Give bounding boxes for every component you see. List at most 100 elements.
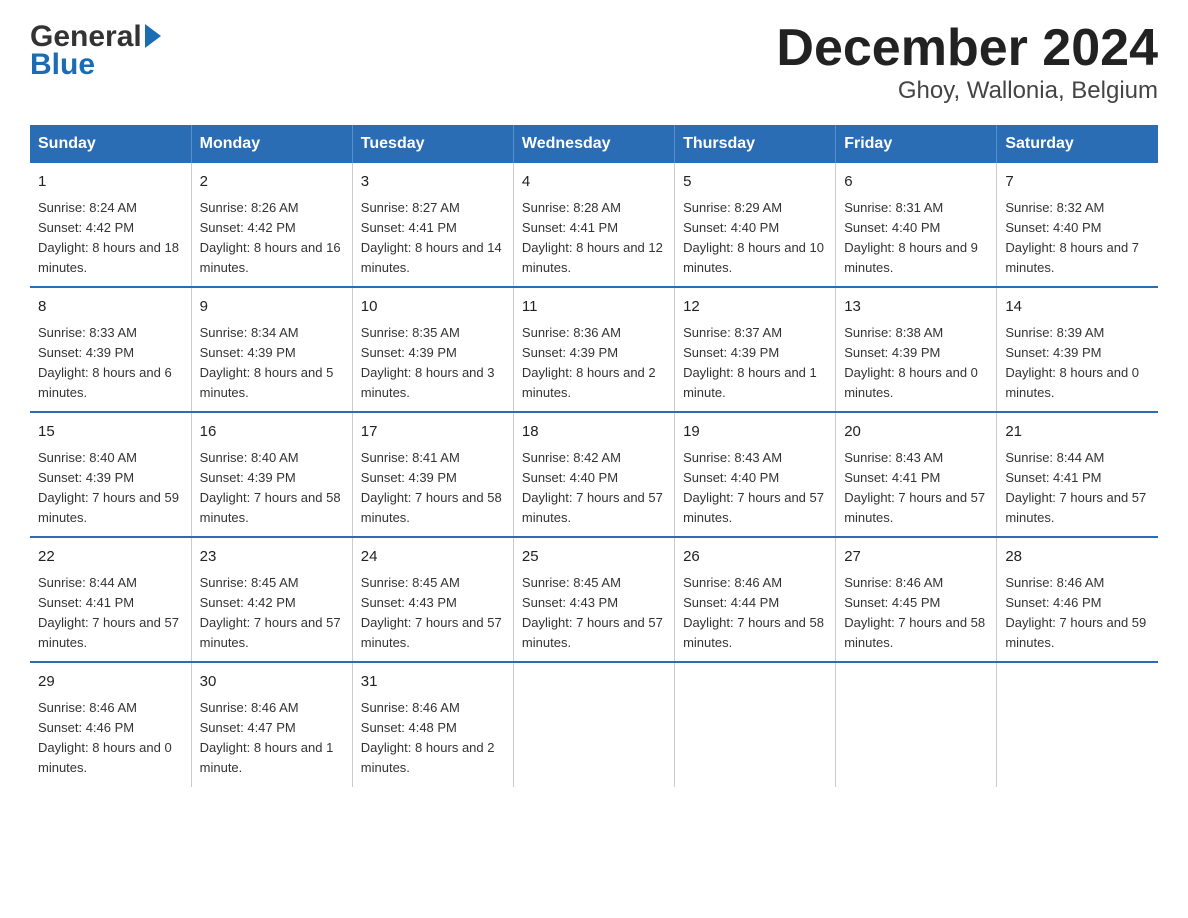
day-info: Sunrise: 8:46 AMSunset: 4:44 PMDaylight:…	[683, 573, 827, 654]
day-info: Sunrise: 8:34 AMSunset: 4:39 PMDaylight:…	[200, 323, 344, 404]
day-info: Sunrise: 8:38 AMSunset: 4:39 PMDaylight:…	[844, 323, 988, 404]
calendar-table: SundayMondayTuesdayWednesdayThursdayFrid…	[30, 125, 1158, 786]
day-info: Sunrise: 8:39 AMSunset: 4:39 PMDaylight:…	[1005, 323, 1150, 404]
column-header-monday: Monday	[191, 125, 352, 163]
day-info: Sunrise: 8:42 AMSunset: 4:40 PMDaylight:…	[522, 448, 666, 529]
calendar-cell: 6 Sunrise: 8:31 AMSunset: 4:40 PMDaylight…	[836, 163, 997, 287]
day-number: 19	[683, 421, 827, 444]
day-info: Sunrise: 8:31 AMSunset: 4:40 PMDaylight:…	[844, 198, 988, 279]
day-number: 5	[683, 171, 827, 194]
day-info: Sunrise: 8:46 AMSunset: 4:47 PMDaylight:…	[200, 698, 344, 779]
calendar-cell: 10 Sunrise: 8:35 AMSunset: 4:39 PMDayligh…	[352, 287, 513, 412]
calendar-cell: 9 Sunrise: 8:34 AMSunset: 4:39 PMDaylight…	[191, 287, 352, 412]
day-info: Sunrise: 8:27 AMSunset: 4:41 PMDaylight:…	[361, 198, 505, 279]
day-number: 13	[844, 296, 988, 319]
calendar-cell: 23Sunrise: 8:45 AMSunset: 4:42 PMDayligh…	[191, 537, 352, 662]
day-info: Sunrise: 8:37 AMSunset: 4:39 PMDaylight:…	[683, 323, 827, 404]
calendar-cell: 16Sunrise: 8:40 AMSunset: 4:39 PMDayligh…	[191, 412, 352, 537]
day-info: Sunrise: 8:46 AMSunset: 4:48 PMDaylight:…	[361, 698, 505, 779]
day-number: 18	[522, 421, 666, 444]
day-number: 24	[361, 546, 505, 569]
day-info: Sunrise: 8:45 AMSunset: 4:43 PMDaylight:…	[361, 573, 505, 654]
day-number: 7	[1005, 171, 1150, 194]
day-number: 30	[200, 671, 344, 694]
calendar-cell: 19 Sunrise: 8:43 AMSunset: 4:40 PMDayligh…	[675, 412, 836, 537]
day-info: Sunrise: 8:46 AMSunset: 4:46 PMDaylight:…	[1005, 573, 1150, 654]
calendar-cell: 14 Sunrise: 8:39 AMSunset: 4:39 PMDayligh…	[997, 287, 1158, 412]
calendar-header-row: SundayMondayTuesdayWednesdayThursdayFrid…	[30, 125, 1158, 163]
day-info: Sunrise: 8:35 AMSunset: 4:39 PMDaylight:…	[361, 323, 505, 404]
day-info: Sunrise: 8:40 AMSunset: 4:39 PMDaylight:…	[38, 448, 183, 529]
day-info: Sunrise: 8:33 AMSunset: 4:39 PMDaylight:…	[38, 323, 183, 404]
calendar-cell: 18 Sunrise: 8:42 AMSunset: 4:40 PMDayligh…	[513, 412, 674, 537]
day-number: 29	[38, 671, 183, 694]
day-number: 1	[38, 171, 183, 194]
calendar-cell: 29 Sunrise: 8:46 AMSunset: 4:46 PMDayligh…	[30, 662, 191, 786]
calendar-cell: 7 Sunrise: 8:32 AMSunset: 4:40 PMDaylight…	[997, 163, 1158, 287]
day-number: 8	[38, 296, 183, 319]
day-number: 12	[683, 296, 827, 319]
day-info: Sunrise: 8:45 AMSunset: 4:42 PMDaylight:…	[200, 573, 344, 654]
calendar-cell	[836, 662, 997, 786]
calendar-cell	[675, 662, 836, 786]
calendar-cell: 20 Sunrise: 8:43 AMSunset: 4:41 PMDayligh…	[836, 412, 997, 537]
column-header-saturday: Saturday	[997, 125, 1158, 163]
column-header-sunday: Sunday	[30, 125, 191, 163]
calendar-week-row: 22 Sunrise: 8:44 AMSunset: 4:41 PMDayligh…	[30, 537, 1158, 662]
calendar-cell: 21Sunrise: 8:44 AMSunset: 4:41 PMDayligh…	[997, 412, 1158, 537]
title-block: December 2024 Ghoy, Wallonia, Belgium	[776, 20, 1158, 105]
calendar-week-row: 29 Sunrise: 8:46 AMSunset: 4:46 PMDayligh…	[30, 662, 1158, 786]
calendar-cell: 22 Sunrise: 8:44 AMSunset: 4:41 PMDayligh…	[30, 537, 191, 662]
calendar-week-row: 15 Sunrise: 8:40 AMSunset: 4:39 PMDayligh…	[30, 412, 1158, 537]
day-number: 3	[361, 171, 505, 194]
day-info: Sunrise: 8:44 AMSunset: 4:41 PMDaylight:…	[1005, 448, 1150, 529]
calendar-cell: 11Sunrise: 8:36 AMSunset: 4:39 PMDayligh…	[513, 287, 674, 412]
day-info: Sunrise: 8:45 AMSunset: 4:43 PMDaylight:…	[522, 573, 666, 654]
calendar-cell	[513, 662, 674, 786]
calendar-cell: 17 Sunrise: 8:41 AMSunset: 4:39 PMDayligh…	[352, 412, 513, 537]
logo: General Blue	[30, 20, 161, 82]
page-title: December 2024	[776, 20, 1158, 77]
day-info: Sunrise: 8:24 AMSunset: 4:42 PMDaylight:…	[38, 198, 183, 279]
day-number: 22	[38, 546, 183, 569]
calendar-cell: 13 Sunrise: 8:38 AMSunset: 4:39 PMDayligh…	[836, 287, 997, 412]
day-number: 10	[361, 296, 505, 319]
day-number: 20	[844, 421, 988, 444]
calendar-cell: 4 Sunrise: 8:28 AMSunset: 4:41 PMDaylight…	[513, 163, 674, 287]
day-number: 14	[1005, 296, 1150, 319]
calendar-cell: 25 Sunrise: 8:45 AMSunset: 4:43 PMDayligh…	[513, 537, 674, 662]
calendar-week-row: 8 Sunrise: 8:33 AMSunset: 4:39 PMDaylight…	[30, 287, 1158, 412]
calendar-cell: 5 Sunrise: 8:29 AMSunset: 4:40 PMDaylight…	[675, 163, 836, 287]
logo-blue-text: Blue	[30, 48, 95, 82]
day-info: Sunrise: 8:41 AMSunset: 4:39 PMDaylight:…	[361, 448, 505, 529]
day-number: 15	[38, 421, 183, 444]
day-number: 17	[361, 421, 505, 444]
calendar-cell: 3 Sunrise: 8:27 AMSunset: 4:41 PMDaylight…	[352, 163, 513, 287]
day-info: Sunrise: 8:32 AMSunset: 4:40 PMDaylight:…	[1005, 198, 1150, 279]
calendar-cell	[997, 662, 1158, 786]
calendar-cell: 28 Sunrise: 8:46 AMSunset: 4:46 PMDayligh…	[997, 537, 1158, 662]
day-info: Sunrise: 8:44 AMSunset: 4:41 PMDaylight:…	[38, 573, 183, 654]
calendar-cell: 8 Sunrise: 8:33 AMSunset: 4:39 PMDaylight…	[30, 287, 191, 412]
day-number: 28	[1005, 546, 1150, 569]
day-number: 4	[522, 171, 666, 194]
calendar-cell: 2Sunrise: 8:26 AMSunset: 4:42 PMDaylight…	[191, 163, 352, 287]
day-number: 9	[200, 296, 344, 319]
day-info: Sunrise: 8:43 AMSunset: 4:40 PMDaylight:…	[683, 448, 827, 529]
column-header-friday: Friday	[836, 125, 997, 163]
day-number: 26	[683, 546, 827, 569]
day-number: 27	[844, 546, 988, 569]
day-number: 6	[844, 171, 988, 194]
day-info: Sunrise: 8:28 AMSunset: 4:41 PMDaylight:…	[522, 198, 666, 279]
day-number: 2	[200, 171, 344, 194]
calendar-cell: 1 Sunrise: 8:24 AMSunset: 4:42 PMDaylight…	[30, 163, 191, 287]
column-header-tuesday: Tuesday	[352, 125, 513, 163]
calendar-week-row: 1 Sunrise: 8:24 AMSunset: 4:42 PMDaylight…	[30, 163, 1158, 287]
day-info: Sunrise: 8:29 AMSunset: 4:40 PMDaylight:…	[683, 198, 827, 279]
day-info: Sunrise: 8:43 AMSunset: 4:41 PMDaylight:…	[844, 448, 988, 529]
calendar-cell: 31Sunrise: 8:46 AMSunset: 4:48 PMDayligh…	[352, 662, 513, 786]
day-info: Sunrise: 8:46 AMSunset: 4:46 PMDaylight:…	[38, 698, 183, 779]
calendar-cell: 30 Sunrise: 8:46 AMSunset: 4:47 PMDayligh…	[191, 662, 352, 786]
column-header-thursday: Thursday	[675, 125, 836, 163]
day-number: 25	[522, 546, 666, 569]
